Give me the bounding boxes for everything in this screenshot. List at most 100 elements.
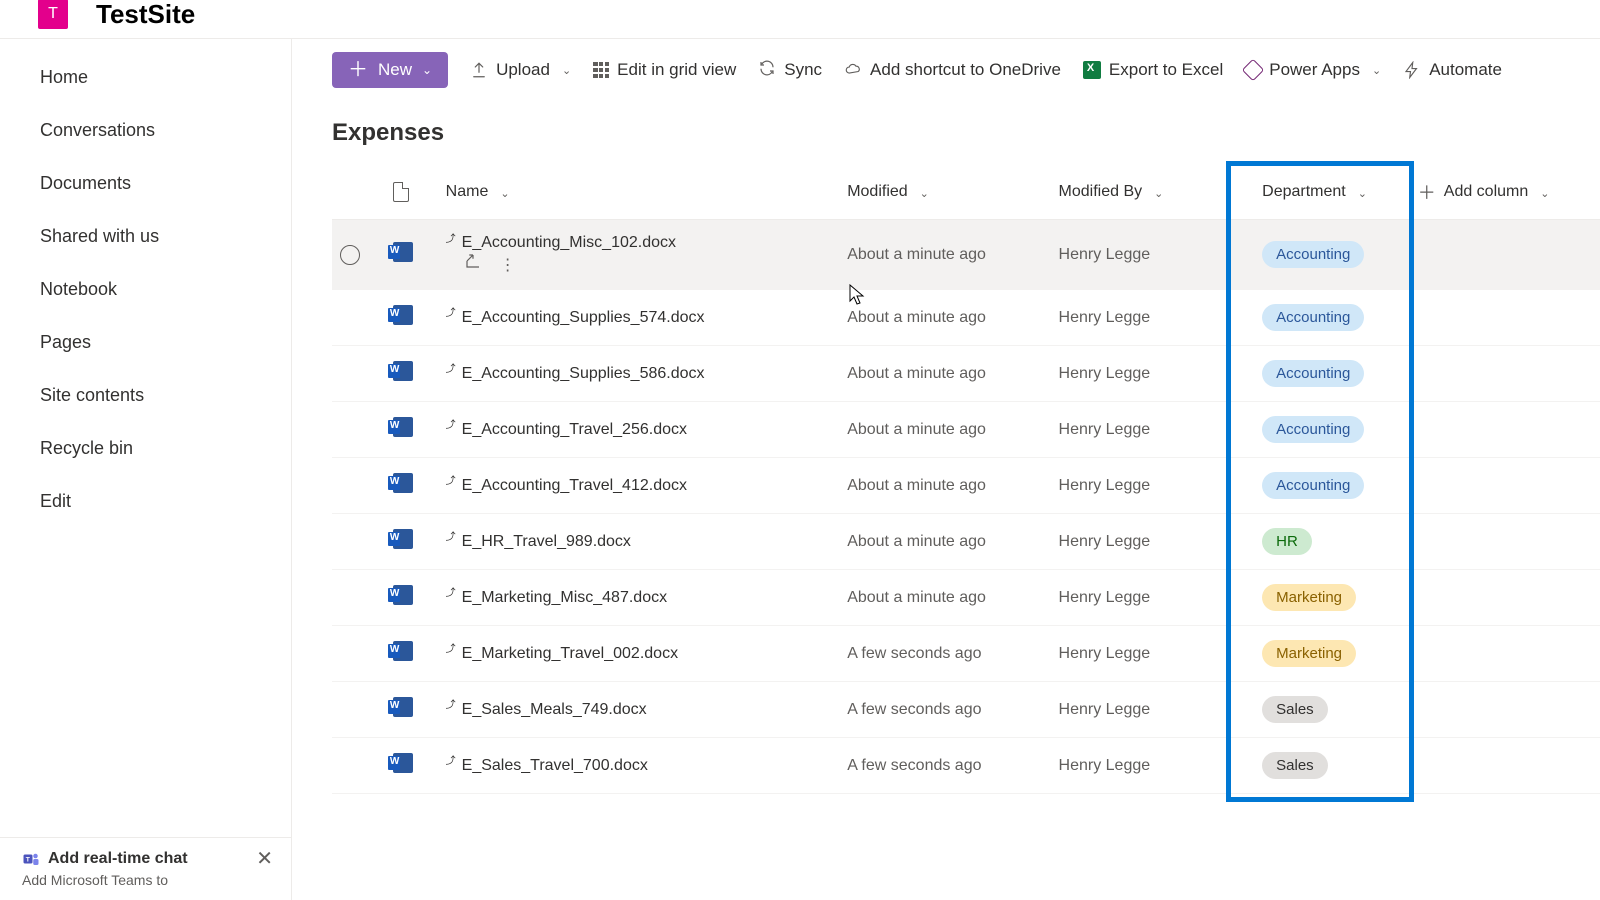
department-pill[interactable]: Accounting xyxy=(1262,416,1364,443)
modified-by-cell: Henry Legge xyxy=(1051,738,1231,794)
department-pill[interactable]: Accounting xyxy=(1262,360,1364,387)
new-button[interactable]: ＋ New ⌄ xyxy=(332,52,448,88)
nav-item-notebook[interactable]: Notebook xyxy=(0,263,291,316)
table-row[interactable]: ⤴E_Accounting_Supplies_586.docx About a m… xyxy=(332,346,1600,402)
upload-button[interactable]: Upload ⌄ xyxy=(470,60,571,80)
upload-icon xyxy=(470,61,488,79)
modified-by-cell: Henry Legge xyxy=(1051,626,1231,682)
nav-item-shared-with-us[interactable]: Shared with us xyxy=(0,210,291,263)
table-row[interactable]: ⤴E_Accounting_Travel_412.docxAbout a min… xyxy=(332,458,1600,514)
col-modified-by[interactable]: Modified By⌄ xyxy=(1051,165,1231,220)
automate-label: Automate xyxy=(1429,60,1502,80)
col-type[interactable] xyxy=(385,165,438,220)
modified-by-cell: Henry Legge xyxy=(1051,220,1231,290)
file-name[interactable]: ⤴E_Accounting_Supplies_574.docx xyxy=(446,309,832,327)
modified-cell: About a minute ago xyxy=(839,402,1050,458)
file-name[interactable]: ⤴E_Sales_Meals_749.docx xyxy=(446,701,832,719)
word-icon xyxy=(393,305,413,325)
site-header: T TestSite xyxy=(0,0,1600,38)
nav-item-recycle-bin[interactable]: Recycle bin xyxy=(0,422,291,475)
col-department[interactable]: Department⌄ xyxy=(1230,165,1410,220)
chevron-down-icon: ⌄ xyxy=(920,187,929,200)
new-indicator-icon: ⤴ xyxy=(446,752,456,767)
share-icon[interactable] xyxy=(464,257,482,274)
table-row[interactable]: ⤴E_Marketing_Misc_487.docx About a minute… xyxy=(332,570,1600,626)
export-excel-button[interactable]: Export to Excel xyxy=(1083,60,1223,80)
teams-icon: T xyxy=(22,850,40,868)
modified-cell: About a minute ago xyxy=(839,220,1050,290)
power-apps-label: Power Apps xyxy=(1269,60,1360,80)
col-add-column[interactable]: ＋Add column⌄ xyxy=(1410,165,1600,220)
more-icon[interactable]: ⋮ xyxy=(500,257,516,274)
col-select[interactable] xyxy=(332,165,385,220)
teams-promo: ✕ T Add real-time chat Add Microsoft Tea… xyxy=(0,837,291,900)
add-shortcut-button[interactable]: Add shortcut to OneDrive xyxy=(844,60,1061,80)
promo-title: Add real-time chat xyxy=(48,850,188,868)
department-pill[interactable]: Accounting xyxy=(1262,304,1364,331)
file-name[interactable]: ⤴E_Accounting_Travel_412.docx xyxy=(446,477,832,495)
col-name[interactable]: Name⌄ xyxy=(438,165,840,220)
add-column-label: Add column xyxy=(1444,183,1529,201)
chevron-down-icon: ⌄ xyxy=(1372,64,1381,77)
onedrive-icon xyxy=(844,61,862,79)
file-name[interactable]: ⤴E_Marketing_Travel_002.docx xyxy=(446,645,832,663)
sync-button[interactable]: Sync xyxy=(758,59,822,82)
department-pill[interactable]: Sales xyxy=(1262,752,1328,779)
modified-cell: About a minute ago xyxy=(839,570,1050,626)
word-icon xyxy=(393,473,413,493)
file-name[interactable]: ⤴E_HR_Travel_989.docx xyxy=(446,533,832,551)
department-cell: Accounting xyxy=(1230,346,1410,402)
col-modified-by-label: Modified By xyxy=(1059,183,1143,201)
list-title: Expenses xyxy=(292,101,1600,165)
department-cell: Accounting xyxy=(1230,290,1410,346)
nav-item-pages[interactable]: Pages xyxy=(0,316,291,369)
select-circle[interactable] xyxy=(340,245,360,265)
close-icon[interactable]: ✕ xyxy=(256,846,273,871)
new-indicator-icon: ⤴ xyxy=(446,528,456,543)
table-row[interactable]: ⤴E_HR_Travel_989.docxAbout a minute agoH… xyxy=(332,514,1600,570)
nav-item-home[interactable]: Home xyxy=(0,51,291,104)
table-row[interactable]: ⤴E_Accounting_Supplies_574.docxAbout a m… xyxy=(332,290,1600,346)
department-pill[interactable]: Marketing xyxy=(1262,640,1356,667)
table-row[interactable]: ⤴E_Accounting_Misc_102.docx ⋮ About a minu… xyxy=(332,220,1600,290)
new-label: New xyxy=(378,60,412,80)
automate-button[interactable]: Automate xyxy=(1403,60,1502,80)
file-name[interactable]: ⤴E_Marketing_Misc_487.docx xyxy=(446,589,832,607)
file-name[interactable]: ⤴E_Accounting_Misc_102.docx xyxy=(446,234,832,252)
table-row[interactable]: ⤴E_Marketing_Travel_002.docxA few second… xyxy=(332,626,1600,682)
powerapps-icon xyxy=(1242,59,1265,82)
table-row[interactable]: ⤴E_Accounting_Travel_256.docx About a min… xyxy=(332,402,1600,458)
nav-item-documents[interactable]: Documents xyxy=(0,157,291,210)
department-pill[interactable]: Accounting xyxy=(1262,241,1364,268)
table-row[interactable]: ⤴E_Sales_Travel_700.docx A few seconds ag… xyxy=(332,738,1600,794)
word-icon xyxy=(393,417,413,437)
edit-grid-button[interactable]: Edit in grid view xyxy=(593,60,736,80)
chevron-down-icon: ⌄ xyxy=(562,64,571,77)
modified-cell: A few seconds ago xyxy=(839,738,1050,794)
upload-label: Upload xyxy=(496,60,550,80)
site-logo[interactable]: T xyxy=(38,0,68,29)
department-pill[interactable]: Accounting xyxy=(1262,472,1364,499)
excel-icon xyxy=(1083,61,1101,79)
chevron-down-icon: ⌄ xyxy=(422,63,432,77)
sync-label: Sync xyxy=(784,60,822,80)
col-name-label: Name xyxy=(446,183,489,201)
nav-item-site-contents[interactable]: Site contents xyxy=(0,369,291,422)
modified-cell: About a minute ago xyxy=(839,346,1050,402)
new-indicator-icon: ⤴ xyxy=(446,584,456,599)
department-pill[interactable]: HR xyxy=(1262,528,1312,555)
file-name[interactable]: ⤴E_Sales_Travel_700.docx xyxy=(446,757,832,775)
nav-item-conversations[interactable]: Conversations xyxy=(0,104,291,157)
department-pill[interactable]: Sales xyxy=(1262,696,1328,723)
site-title[interactable]: TestSite xyxy=(96,0,195,30)
word-icon xyxy=(393,585,413,605)
col-modified[interactable]: Modified⌄ xyxy=(839,165,1050,220)
new-indicator-icon: ⤴ xyxy=(446,640,456,655)
table-row[interactable]: ⤴E_Sales_Meals_749.docxA few seconds ago… xyxy=(332,682,1600,738)
power-apps-button[interactable]: Power Apps ⌄ xyxy=(1245,60,1381,80)
file-name[interactable]: ⤴E_Accounting_Supplies_586.docx xyxy=(446,365,832,383)
word-icon xyxy=(393,697,413,717)
nav-item-edit[interactable]: Edit xyxy=(0,475,291,528)
file-name[interactable]: ⤴E_Accounting_Travel_256.docx xyxy=(446,421,832,439)
department-pill[interactable]: Marketing xyxy=(1262,584,1356,611)
